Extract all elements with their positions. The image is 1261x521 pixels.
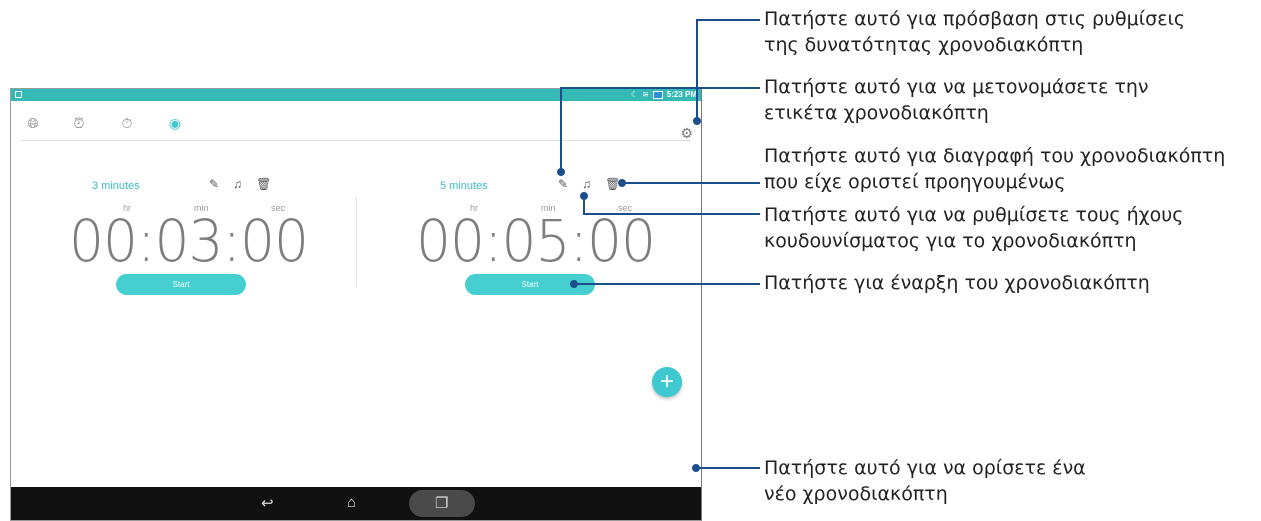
callout-line-settings (696, 19, 760, 121)
callout-line-text: Πατήστε αυτό για να ρυθμίσετε τους ήχους (764, 204, 1184, 226)
callout-sound: Πατήστε αυτό για να ρυθμίσετε τους ήχους… (764, 202, 1183, 254)
callout-delete: Πατήστε αυτό για διαγραφή του χρονοδιακό… (764, 143, 1225, 195)
callout-line-text: που είχε οριστεί προηγουμένως (764, 171, 1066, 193)
callout-dot-start (570, 280, 578, 288)
callout-line-text: Πατήστε αυτό για να μετονομάσετε την (764, 76, 1149, 98)
callout-dot-add (692, 464, 700, 472)
callout-line-text: κουδουνίσματος για το χρονοδιακόπτη (764, 230, 1137, 252)
callout-dot-delete (618, 179, 626, 187)
callout-rename: Πατήστε αυτό για να μετονομάσετε την ετι… (764, 74, 1149, 126)
callout-line-text: της δυνατότητας χρονοδιακόπτη (764, 34, 1084, 56)
callout-line-text: νέο χρονοδιακόπτη (764, 483, 948, 505)
callout-settings: Πατήστε αυτό για πρόσβαση στις ρυθμίσεις… (764, 6, 1185, 58)
callout-dot-sound (580, 192, 588, 200)
callout-line-text: Πατήστε αυτό για να ορίσετε ένα (764, 457, 1086, 479)
callout-line-text: ετικέτα χρονοδιακόπτη (764, 102, 989, 124)
callout-dot-settings (693, 117, 701, 125)
callout-line-sound (583, 196, 760, 215)
callout-dot-rename (557, 168, 565, 176)
callout-line-rename (560, 87, 760, 172)
callout-line-text: Πατήστε αυτό για διαγραφή του χρονοδιακό… (764, 145, 1226, 167)
callout-line-text: Πατήστε για έναρξη του χρονοδιακόπτη (764, 272, 1150, 294)
callout-start: Πατήστε για έναρξη του χρονοδιακόπτη (764, 270, 1150, 296)
callout-add: Πατήστε αυτό για να ορίσετε ένα νέο χρον… (764, 455, 1086, 507)
callout-line-text: Πατήστε αυτό για πρόσβαση στις ρυθμίσεις (764, 8, 1186, 30)
